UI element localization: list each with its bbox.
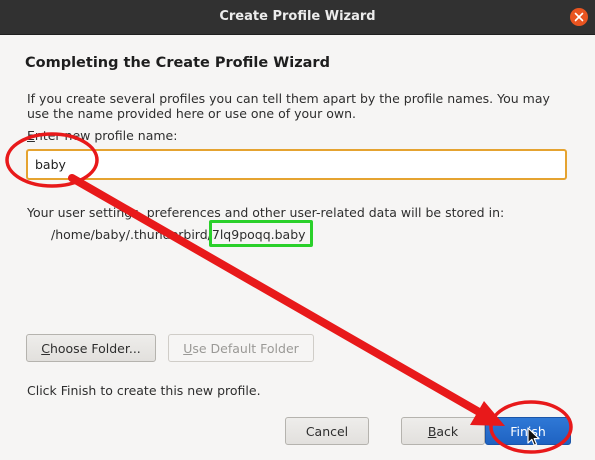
finish-instruction: Click Finish to create this new profile. <box>27 383 261 398</box>
storage-location-text: Your user settings, preferences and othe… <box>27 205 505 220</box>
path-highlight-box <box>209 220 313 247</box>
titlebar: Create Profile Wizard <box>0 0 595 35</box>
choose-folder-label: hoose Folder... <box>49 340 141 356</box>
choose-folder-mnemonic: C <box>41 340 50 356</box>
back-button[interactable]: Back <box>401 417 485 445</box>
mouse-pointer-icon <box>527 427 540 446</box>
wizard-description: If you create several profiles you can t… <box>27 91 550 121</box>
back-label: ack <box>436 423 459 439</box>
profile-name-label-text: nter new profile name: <box>34 128 178 143</box>
use-default-folder-mnemonic: U <box>183 340 193 356</box>
profile-name-label-mnemonic: E <box>27 128 35 143</box>
use-default-folder-button[interactable]: Use Default Folder <box>168 334 314 362</box>
choose-folder-button[interactable]: Choose Folder... <box>26 334 156 362</box>
close-icon <box>574 12 584 22</box>
use-default-folder-label: se Default Folder <box>192 340 299 356</box>
create-profile-wizard-window: Create Profile Wizard Completing the Cre… <box>0 0 595 460</box>
window-title: Create Profile Wizard <box>219 9 376 24</box>
close-button[interactable] <box>570 8 588 26</box>
cancel-button[interactable]: Cancel <box>285 417 369 445</box>
profile-name-input[interactable] <box>26 149 567 180</box>
wizard-heading: Completing the Create Profile Wizard <box>25 55 330 71</box>
profile-name-label: Enter new profile name: <box>27 128 177 143</box>
